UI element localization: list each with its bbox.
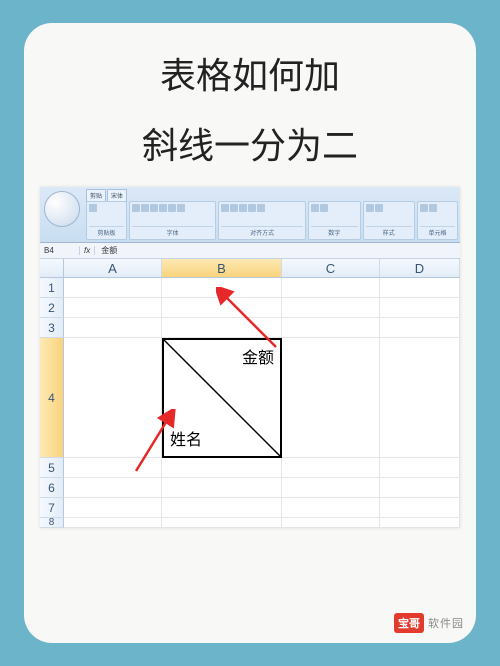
italic-icon[interactable]: [141, 204, 149, 212]
cell[interactable]: [380, 318, 460, 338]
row-header[interactable]: 5: [40, 458, 64, 478]
cell[interactable]: [380, 338, 460, 458]
cell[interactable]: [380, 478, 460, 498]
row: 8: [40, 518, 460, 528]
row-header[interactable]: 8: [40, 518, 64, 528]
border-icon[interactable]: [177, 204, 185, 212]
row-header[interactable]: 7: [40, 498, 64, 518]
formula-bar: B4 fx 金额: [40, 243, 460, 259]
cell[interactable]: [380, 458, 460, 478]
spreadsheet-grid: A B C D 1 2 3: [40, 259, 460, 528]
cell[interactable]: [282, 298, 380, 318]
percent-icon[interactable]: [320, 204, 328, 212]
insert-icon[interactable]: [420, 204, 428, 212]
cell[interactable]: [380, 518, 460, 528]
cell[interactable]: [162, 458, 282, 478]
cell[interactable]: [64, 338, 162, 458]
cell[interactable]: [162, 518, 282, 528]
bold-icon[interactable]: [132, 204, 140, 212]
formula-value[interactable]: 金额: [95, 245, 117, 256]
cell-bottom-label: 姓名: [170, 426, 202, 450]
row: 7: [40, 498, 460, 518]
watermark: 宝哥 软件园: [394, 613, 464, 633]
title-line-1: 表格如何加: [40, 47, 460, 99]
fill-color-icon[interactable]: [168, 204, 176, 212]
cell[interactable]: [380, 278, 460, 298]
number-format-icon[interactable]: [311, 204, 319, 212]
cell[interactable]: [380, 298, 460, 318]
cell[interactable]: [162, 318, 282, 338]
font-color-icon[interactable]: [159, 204, 167, 212]
ribbon-group: 样式: [363, 201, 416, 240]
watermark-text: 软件园: [428, 615, 464, 631]
diagonal-split-cell[interactable]: 金额 姓名: [162, 338, 282, 458]
row: 6: [40, 478, 460, 498]
cell[interactable]: [162, 278, 282, 298]
cell[interactable]: [282, 318, 380, 338]
underline-icon[interactable]: [150, 204, 158, 212]
cell[interactable]: [282, 458, 380, 478]
cell[interactable]: [64, 518, 162, 528]
align-right-icon[interactable]: [239, 204, 247, 212]
row-header[interactable]: 3: [40, 318, 64, 338]
watermark-badge: 宝哥: [394, 613, 424, 633]
cell[interactable]: [162, 298, 282, 318]
cell-style-icon[interactable]: [375, 204, 383, 212]
cell[interactable]: [64, 298, 162, 318]
row-header[interactable]: 6: [40, 478, 64, 498]
row-header[interactable]: 4: [40, 338, 64, 458]
delete-icon[interactable]: [429, 204, 437, 212]
wrap-text-icon[interactable]: [257, 204, 265, 212]
ribbon-group: 剪贴板: [86, 201, 127, 240]
ribbon-group: 单元格: [417, 201, 458, 240]
fx-icon[interactable]: fx: [80, 246, 95, 255]
ribbon-group: 数字: [308, 201, 361, 240]
cell[interactable]: [282, 478, 380, 498]
select-all-corner[interactable]: [40, 259, 64, 277]
cell-top-label: 金额: [242, 344, 274, 368]
paste-icon[interactable]: [89, 204, 97, 212]
cell[interactable]: [282, 498, 380, 518]
cell[interactable]: [282, 518, 380, 528]
cell[interactable]: [64, 278, 162, 298]
cell[interactable]: [162, 478, 282, 498]
excel-ribbon: 剪贴 宋体 剪贴板 字体: [40, 187, 460, 243]
row: 4 金额 姓名: [40, 338, 460, 458]
cell[interactable]: [282, 278, 380, 298]
cell[interactable]: [64, 318, 162, 338]
cond-format-icon[interactable]: [366, 204, 374, 212]
ribbon-group: 字体: [129, 201, 217, 240]
align-center-icon[interactable]: [230, 204, 238, 212]
tutorial-card: 表格如何加 斜线一分为二 剪贴 宋体 剪贴板: [24, 23, 476, 643]
ribbon-group: 对齐方式: [218, 201, 306, 240]
row-header[interactable]: 1: [40, 278, 64, 298]
col-header[interactable]: C: [282, 259, 380, 277]
cell[interactable]: [64, 458, 162, 478]
col-header[interactable]: A: [64, 259, 162, 277]
row: 3: [40, 318, 460, 338]
column-header-row: A B C D: [40, 259, 460, 278]
row: 1: [40, 278, 460, 298]
row: 2: [40, 298, 460, 318]
title-line-2: 斜线一分为二: [40, 117, 460, 169]
merge-cells-icon[interactable]: [248, 204, 256, 212]
align-left-icon[interactable]: [221, 204, 229, 212]
cell[interactable]: [64, 478, 162, 498]
cell[interactable]: [380, 498, 460, 518]
row: 5: [40, 458, 460, 478]
excel-screenshot: 剪贴 宋体 剪贴板 字体: [40, 187, 460, 528]
name-box[interactable]: B4: [40, 246, 80, 255]
cell[interactable]: [282, 338, 380, 458]
office-button-icon[interactable]: [44, 191, 80, 227]
col-header[interactable]: D: [380, 259, 460, 277]
cell[interactable]: [162, 498, 282, 518]
row-header[interactable]: 2: [40, 298, 64, 318]
col-header[interactable]: B: [162, 259, 282, 277]
cell[interactable]: [64, 498, 162, 518]
